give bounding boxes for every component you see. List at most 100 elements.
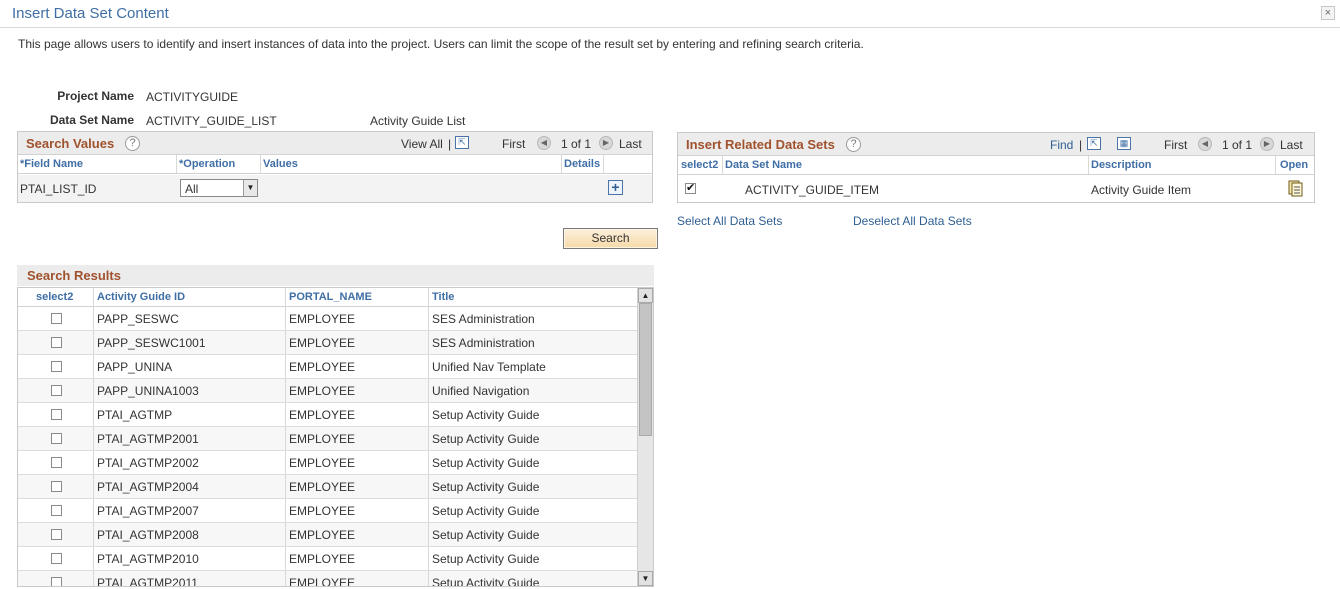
scroll-up-icon[interactable]: ▲ — [638, 288, 653, 303]
column-divider — [93, 427, 94, 450]
column-divider — [93, 331, 94, 354]
column-divider — [285, 427, 286, 450]
column-select: select2 — [36, 291, 74, 303]
window-title-bar: Insert Data Set Content × — [0, 0, 1340, 28]
table-row: PTAI_AGTMP2011 EMPLOYEE Setup Activity Gui… — [18, 571, 637, 587]
help-icon[interactable]: ? — [125, 136, 140, 151]
title-cell: Setup Activity Guide — [432, 528, 540, 542]
related-data-set-checkbox[interactable] — [685, 181, 696, 194]
column-divider — [93, 379, 94, 402]
search-results-body: PAPP_SESWC EMPLOYEE SES Administration PAPP… — [18, 307, 637, 587]
first-label: First — [1164, 138, 1188, 152]
portal-name-cell: EMPLOYEE — [289, 504, 356, 518]
activity-guide-id-cell: PAPP_UNINA — [97, 360, 173, 374]
chevron-down-icon: ▼ — [243, 180, 257, 196]
column-divider — [93, 475, 94, 498]
column-details: Details — [564, 158, 601, 170]
row-select-checkbox[interactable] — [51, 577, 62, 586]
row-select-checkbox[interactable] — [51, 457, 62, 468]
scrollbar-thumb[interactable] — [639, 303, 652, 436]
scroll-down-icon[interactable]: ▼ — [638, 571, 653, 586]
table-row: PTAI_AGTMP2004 EMPLOYEE Setup Activity Gui… — [18, 475, 637, 499]
next-icon[interactable]: ▶ — [599, 136, 613, 150]
column-divider — [1088, 156, 1089, 174]
related-data-set-name: ACTIVITY_GUIDE_ITEM — [745, 183, 880, 197]
row-select-checkbox[interactable] — [51, 409, 62, 420]
table-row: PAPP_UNINA EMPLOYEE Unified Nav Template — [18, 355, 637, 379]
add-row-button[interactable]: + — [608, 180, 623, 195]
column-portal-name: PORTAL_NAME — [289, 291, 372, 303]
row-select-checkbox[interactable] — [51, 553, 62, 564]
column-divider — [285, 523, 286, 546]
select-all-data-sets-link[interactable]: Select All Data Sets — [677, 214, 782, 228]
view-all-link[interactable]: View All — [401, 137, 443, 151]
row-select-checkbox[interactable] — [51, 481, 62, 492]
column-divider — [93, 403, 94, 426]
column-divider — [260, 155, 261, 173]
table-row: PTAI_AGTMP2010 EMPLOYEE Setup Activity Gui… — [18, 547, 637, 571]
search-results-grid: select2 Activity Guide ID PORTAL_NAME Ti… — [17, 287, 654, 587]
activity-guide-id-cell: PTAI_AGTMP2001 — [97, 432, 199, 446]
row-select-checkbox[interactable] — [51, 313, 62, 324]
row-select-checkbox[interactable] — [51, 361, 62, 372]
related-data-sets-header: Insert Related Data Sets ? Find | ⇱ ▦ Fi… — [678, 133, 1314, 156]
search-button[interactable]: Search — [563, 228, 658, 249]
nav-separator: | — [448, 137, 452, 151]
previous-icon[interactable]: ◀ — [1198, 137, 1212, 151]
help-icon[interactable]: ? — [846, 137, 861, 152]
table-row: PAPP_UNINA1003 EMPLOYEE Unified Navigation — [18, 379, 637, 403]
column-divider — [428, 355, 429, 378]
page-title: Insert Data Set Content — [12, 5, 169, 22]
row-select-checkbox[interactable] — [51, 337, 62, 348]
title-cell: SES Administration — [432, 312, 535, 326]
related-data-sets-panel: Insert Related Data Sets ? Find | ⇱ ▦ Fi… — [677, 132, 1315, 203]
column-data-set-name: Data Set Name — [725, 159, 803, 171]
column-divider — [428, 523, 429, 546]
operation-selected-value: All — [185, 182, 199, 196]
column-divider — [428, 475, 429, 498]
portal-name-cell: EMPLOYEE — [289, 576, 356, 587]
zoom-grid-icon[interactable]: ⇱ — [1087, 137, 1101, 150]
related-data-sets-columns: select2 Data Set Name Description Open — [678, 156, 1314, 175]
related-data-set-row: ACTIVITY_GUIDE_ITEM Activity Guide Item — [678, 176, 1314, 202]
results-scrollbar[interactable]: ▲ ▼ — [637, 288, 653, 586]
row-select-checkbox[interactable] — [51, 433, 62, 444]
column-divider — [285, 288, 286, 306]
previous-icon[interactable]: ◀ — [537, 136, 551, 150]
next-icon[interactable]: ▶ — [1260, 137, 1274, 151]
column-divider — [428, 427, 429, 450]
title-cell: Unified Navigation — [432, 384, 530, 398]
row-select-checkbox[interactable] — [51, 529, 62, 540]
title-cell: Unified Nav Template — [432, 360, 546, 374]
column-divider — [428, 571, 429, 586]
zoom-grid-icon[interactable]: ⇱ — [455, 136, 469, 149]
close-icon[interactable]: × — [1321, 6, 1335, 20]
find-link[interactable]: Find — [1050, 138, 1073, 152]
download-spreadsheet-icon[interactable]: ▦ — [1117, 137, 1131, 150]
deselect-all-data-sets-link[interactable]: Deselect All Data Sets — [853, 214, 972, 228]
column-divider — [93, 523, 94, 546]
table-row: PTAI_AGTMP EMPLOYEE Setup Activity Guide — [18, 403, 637, 427]
column-divider — [93, 355, 94, 378]
column-divider — [93, 571, 94, 586]
portal-name-cell: EMPLOYEE — [289, 528, 356, 542]
activity-guide-id-cell: PAPP_SESWC1001 — [97, 336, 206, 350]
portal-name-cell: EMPLOYEE — [289, 480, 356, 494]
page-info: 1 of 1 — [561, 137, 592, 151]
column-description: Description — [1091, 159, 1152, 171]
column-divider — [285, 547, 286, 570]
column-divider — [428, 331, 429, 354]
open-document-icon[interactable] — [1288, 180, 1303, 197]
activity-guide-id-cell: PTAI_AGTMP2007 — [97, 504, 199, 518]
project-name-value: ACTIVITYGUIDE — [146, 90, 239, 104]
field-name-value: PTAI_LIST_ID — [20, 182, 97, 196]
table-row: PTAI_AGTMP2001 EMPLOYEE Setup Activity Gui… — [18, 427, 637, 451]
column-field-name: *Field Name — [20, 158, 83, 170]
column-activity-guide-id: Activity Guide ID — [97, 291, 186, 303]
row-select-checkbox[interactable] — [51, 385, 62, 396]
column-divider — [93, 499, 94, 522]
row-select-checkbox[interactable] — [51, 505, 62, 516]
portal-name-cell: EMPLOYEE — [289, 432, 356, 446]
operation-select[interactable]: All ▼ — [180, 179, 258, 197]
search-results-title: Search Results — [27, 268, 121, 283]
